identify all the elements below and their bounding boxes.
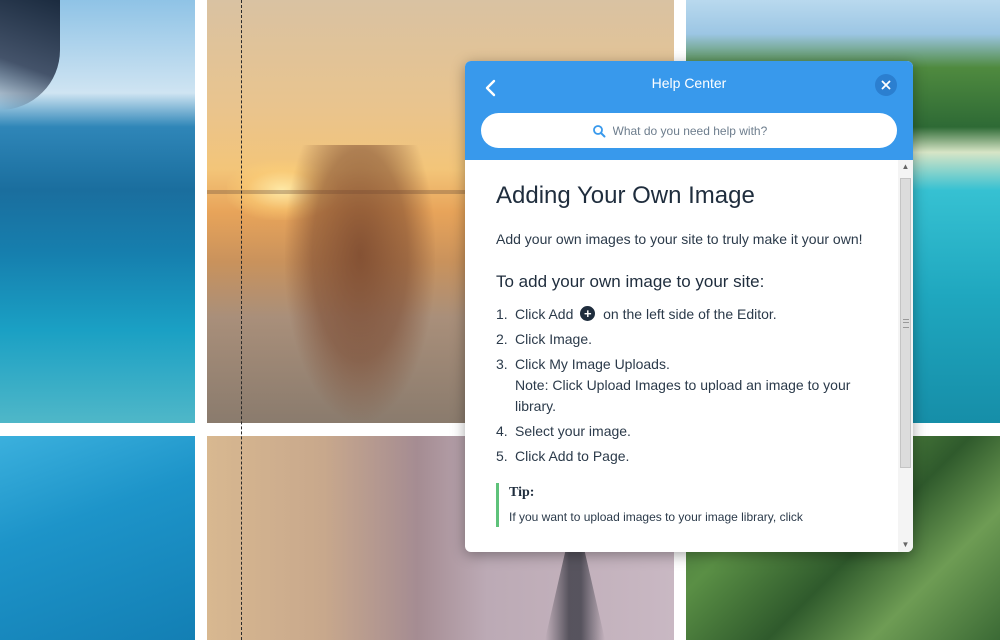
editor-guide-line [241,0,242,640]
tip-label: Tip: [509,485,535,500]
scroll-up-arrow-icon[interactable]: ▲ [898,162,913,172]
steps-list: 1. Click Add + on the left side of the E… [496,304,886,467]
step-text: Select your image. [515,423,631,439]
step-number: 3. [496,356,508,372]
article-title: Adding Your Own Image [496,182,755,209]
step-number: 2. [496,331,508,347]
article-intro: Add your own images to your site to trul… [496,231,863,247]
scroll-down-arrow-icon[interactable]: ▼ [898,540,913,552]
step-number: 1. [496,306,508,322]
plus-circle-icon: + [580,306,596,321]
steps-heading: To add your own image to your site: [496,272,765,291]
step-text: Click My Image Uploads. [515,356,670,372]
couple-silhouette-shape [285,145,435,420]
step-item: 3. Click My Image Uploads. Note: Click U… [496,354,886,417]
scroll-grip-icon [903,319,909,328]
step-number: 5. [496,448,508,464]
gallery-image-ocean[interactable] [0,436,195,640]
help-header: Help Center [465,61,913,160]
step-number: 4. [496,423,508,439]
close-button[interactable] [875,74,897,96]
search-input[interactable] [610,122,787,139]
panel-title: Help Center [651,75,727,91]
step-item: 5. Click Add to Page. [496,446,886,467]
help-center-panel: Help Center Adding Your Own Image Add yo… [465,61,913,552]
step-item: 1. Click Add + on the left side of the E… [496,304,886,325]
airplane-wing-shape [0,0,60,110]
step-item: 4. Select your image. [496,421,886,442]
gallery-image-aerial-island[interactable] [0,0,195,423]
tip-box: Tip: If you want to upload images to you… [496,483,886,527]
search-box[interactable] [481,113,897,148]
help-article: Adding Your Own Image Add your own image… [496,160,886,552]
tip-text: If you want to upload images to your ima… [509,510,803,524]
step-text: Click Add to Page. [515,448,630,464]
search-icon [592,124,605,137]
close-icon [881,80,891,90]
step-text: Click Add [515,306,574,322]
step-item: 2. Click Image. [496,329,886,350]
step-text-after: on the left side of the Editor. [603,306,777,322]
article-scrollbar[interactable]: ▲ ▼ [898,160,913,552]
step-text: Click Image. [515,331,593,347]
step-note: Note: Click Upload Images to upload an i… [515,377,851,414]
scroll-thumb[interactable] [900,178,911,468]
